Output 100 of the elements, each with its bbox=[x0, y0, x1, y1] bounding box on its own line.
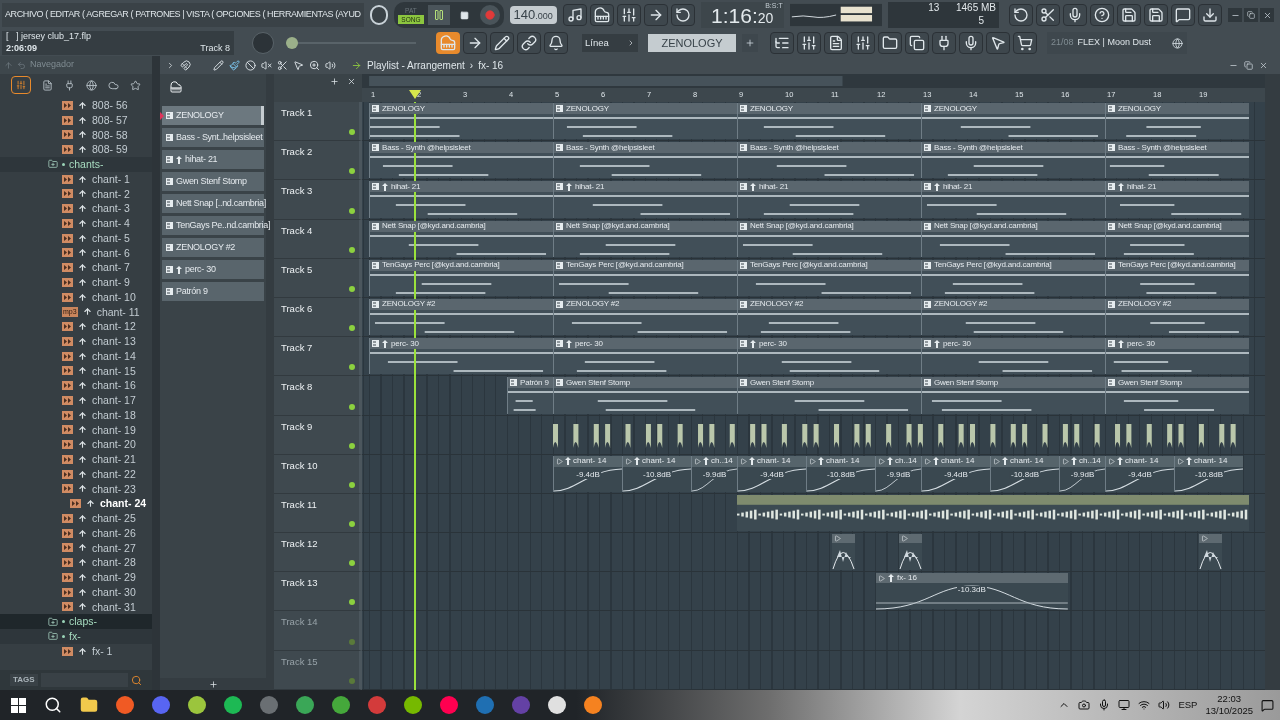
browser-file[interactable]: chant- 17 bbox=[0, 393, 152, 408]
playlist-clip[interactable]: ZENOLOGY bbox=[921, 103, 1105, 140]
pattern-item[interactable]: Nett Snap [..nd.cambria] bbox=[162, 194, 264, 213]
audio-clip[interactable]: chant- 14 -10.8dB bbox=[806, 455, 875, 492]
track-header[interactable]: Track 12 bbox=[274, 533, 362, 573]
audio-clip[interactable]: chant- 14 -10.8dB bbox=[990, 455, 1059, 492]
track-lane[interactable]: ZENOLOGY #2 ZENOLOGY #2 ZENOLOGY #2 ZENOLOGY #2 ZENOLOGY #2 bbox=[362, 297, 1265, 338]
playlist-clip[interactable]: ZENOLOGY #2 bbox=[553, 298, 737, 336]
playlist-clip[interactable]: perc- 30 bbox=[1105, 338, 1249, 375]
playlist-clip[interactable]: ZENOLOGY #2 bbox=[369, 298, 553, 336]
browser-folder[interactable]: fx- bbox=[0, 629, 152, 644]
browser-file[interactable]: chant- 21 bbox=[0, 452, 152, 467]
track-lane[interactable]: fx- 16 -10.3dB bbox=[362, 572, 1265, 612]
browser-file[interactable]: fx- 1 bbox=[0, 643, 152, 659]
browser-file[interactable]: 808- 56 bbox=[0, 98, 152, 113]
browser-file[interactable]: chant- 13 bbox=[0, 334, 152, 349]
browser-file[interactable]: chant- 24 bbox=[0, 496, 152, 511]
language-indicator[interactable]: ESP bbox=[1178, 697, 1198, 713]
playlist-clip[interactable]: TenGays Perc [@kyd.and.cambria] bbox=[553, 259, 737, 296]
playlist-clip[interactable]: hihat- 21 bbox=[921, 181, 1105, 218]
browser-file[interactable]: chant- 22 bbox=[0, 466, 152, 482]
playlist-clip[interactable]: Gwen Stenf Stomp bbox=[1105, 377, 1249, 414]
playlist-clip[interactable]: TenGays Perc [@kyd.and.cambria] bbox=[369, 259, 553, 296]
browser-file[interactable]: chant- 6 bbox=[0, 245, 152, 261]
browser-file[interactable]: chant- 14 bbox=[0, 348, 152, 364]
browser-file[interactable]: chant- 26 bbox=[0, 525, 152, 541]
pattern-item[interactable]: Patrón 9 bbox=[162, 282, 264, 301]
track-header[interactable]: Track 5 bbox=[274, 258, 362, 298]
browser-file[interactable]: chant- 12 bbox=[0, 319, 152, 334]
playlist-clip[interactable]: ZENOLOGY bbox=[1105, 103, 1249, 140]
audio-clip[interactable]: chant- 14 -10.8dB bbox=[622, 455, 691, 492]
browser-file[interactable]: chant- 28 bbox=[0, 555, 152, 570]
playlist-clip[interactable]: ZENOLOGY bbox=[553, 103, 737, 140]
track-lane[interactable]: ZENOLOGY ZENOLOGY ZENOLOGY ZENOLOGY ZENOLOGY bbox=[362, 102, 1265, 142]
track-lane[interactable]: chant- 14 -9.4dB chant- 14 -10.8dB ch..14 -9.9dB chant- 14 -9.4dB chant- 14 -10.8dB ch..14 -9.9dB chant- 14 -9.4dB chant- 14 -10.8dB ch..14 -9.9dB chant- 14 -9.4dB chant- 14 -10.8dB bbox=[362, 454, 1265, 494]
audio-clip[interactable]: ch..14 -9.9dB bbox=[875, 455, 921, 492]
browser-file[interactable]: chant- 9 bbox=[0, 275, 152, 290]
pattern-item[interactable]: perc- 30 bbox=[162, 260, 264, 279]
browser-file[interactable]: chant- 10 bbox=[0, 289, 152, 305]
track-header[interactable]: Track 7 bbox=[274, 337, 362, 377]
playlist-clip[interactable]: Gwen Stenf Stomp bbox=[737, 377, 921, 414]
playlist-clip[interactable]: hihat- 21 bbox=[1105, 181, 1249, 218]
playlist-clip[interactable]: hihat- 21 bbox=[553, 181, 737, 218]
browser-file[interactable]: chant- 23 bbox=[0, 481, 152, 497]
playlist-clip[interactable]: ZENOLOGY #2 bbox=[737, 298, 921, 336]
browser-file[interactable]: chant- 7 bbox=[0, 260, 152, 275]
browser-file[interactable]: chant- 5 bbox=[0, 230, 152, 246]
playlist-clip[interactable]: Nett Snap [@kyd.and.cambria] bbox=[1105, 220, 1249, 257]
playlist-clip[interactable]: ZENOLOGY #2 bbox=[1105, 298, 1249, 336]
browser-file[interactable]: chant- 18 bbox=[0, 407, 152, 423]
browser-file[interactable]: chant- 2 bbox=[0, 186, 152, 202]
audio-clip[interactable]: chant- 14 -9.4dB bbox=[553, 455, 622, 492]
main-menu[interactable]: ARCHIVO ( EDITAR ( AGREGAR ( PATRONES | VISTA ( OPCIONES ( HERRAMIENTAS (AYUD bbox=[2, 3, 364, 27]
pattern-selector[interactable]: ZENOLOGY bbox=[648, 34, 736, 52]
pattern-item[interactable]: ZENOLOGY #2 bbox=[162, 238, 264, 257]
track-lane[interactable]: Bass - Synth @helpsisleet Bass - Synth @helpsisleet Bass - Synth @helpsisleet Bass - Synth @helpsisleet Bass - Synth @helpsisleet bbox=[362, 141, 1265, 181]
news-panel[interactable]: 21/08 FLEX | Moon Dust bbox=[1047, 32, 1187, 54]
playlist-clip[interactable]: Bass - Synth @helpsisleet bbox=[369, 142, 553, 179]
playlist-clip[interactable]: perc- 30 bbox=[737, 338, 921, 375]
playlist-clip[interactable]: ZENOLOGY bbox=[369, 103, 553, 140]
browser-file[interactable]: chant- 31 bbox=[0, 599, 152, 615]
audio-clip[interactable]: ch..14 -9.9dB bbox=[691, 455, 737, 492]
browser-file[interactable]: chant- 30 bbox=[0, 584, 152, 600]
track-lane[interactable]: Patrón 9 Gwen Stenf Stomp Gwen Stenf Stomp Gwen Stenf Stomp Gwen Stenf Stomp bbox=[362, 376, 1265, 416]
browser-file[interactable]: chant- 27 bbox=[0, 540, 152, 556]
playlist-clip[interactable]: hihat- 21 bbox=[369, 181, 553, 218]
track-header[interactable]: Track 3 bbox=[274, 180, 362, 220]
track-lane[interactable]: TenGays Perc [@kyd.and.cambria] TenGays Perc [@kyd.and.cambria] TenGays Perc [@kyd.and.cambria] TenGays Perc [@kyd.and.cambria] TenGays Perc [@kyd.and.cambria] bbox=[362, 258, 1265, 298]
track-header[interactable]: Track 11 bbox=[274, 493, 362, 534]
pattern-item[interactable]: ZENOLOGY bbox=[162, 106, 264, 125]
browser-file[interactable]: chant- 19 bbox=[0, 422, 152, 438]
audio-clip[interactable]: chant- 14 -10.8dB bbox=[1174, 455, 1243, 492]
playlist-clip[interactable]: Bass - Synth @helpsisleet bbox=[553, 142, 737, 179]
playlist-clip[interactable]: Patrón 9 bbox=[507, 377, 553, 414]
pattern-item[interactable]: Gwen Stenf Stomp bbox=[162, 172, 264, 191]
playlist-clip[interactable]: TenGays Perc [@kyd.and.cambria] bbox=[921, 259, 1105, 296]
playlist-clip[interactable]: perc- 30 bbox=[553, 338, 737, 375]
browser-file[interactable]: chant- 4 bbox=[0, 216, 152, 231]
playlist-clip[interactable]: TenGays Perc [@kyd.and.cambria] bbox=[1105, 259, 1249, 296]
playlist-clip[interactable]: hihat- 21 bbox=[737, 181, 921, 218]
playlist-clip[interactable]: Bass - Synth @helpsisleet bbox=[921, 142, 1105, 179]
track-header[interactable]: Track 10 bbox=[274, 454, 362, 494]
track-header[interactable]: Track 4 bbox=[274, 219, 362, 259]
playlist-clip[interactable]: Nett Snap [@kyd.and.cambria] bbox=[369, 220, 553, 257]
browser-file[interactable]: chant- 20 bbox=[0, 437, 152, 452]
playlist-clip[interactable]: TenGays Perc [@kyd.and.cambria] bbox=[737, 259, 921, 296]
playlist-clip[interactable]: ZENOLOGY bbox=[737, 103, 921, 140]
audio-clip[interactable]: ch..14 -9.9dB bbox=[1059, 455, 1105, 492]
track-header[interactable]: Track 13 bbox=[274, 572, 362, 612]
tags-label[interactable]: TAGS bbox=[10, 674, 38, 686]
clock-panel[interactable]: 22:03 13/10/2025 bbox=[1205, 693, 1253, 717]
playlist-clip[interactable]: perc- 30 bbox=[921, 338, 1105, 375]
browser-file[interactable]: 808- 58 bbox=[0, 127, 152, 143]
playlist-clip[interactable]: Bass - Synth @helpsisleet bbox=[737, 142, 921, 179]
tempo-display[interactable]: 140.000 bbox=[509, 6, 557, 24]
browser-file[interactable]: chant- 16 bbox=[0, 378, 152, 393]
browser-file[interactable]: chant- 1 bbox=[0, 171, 152, 187]
snap-dropdown[interactable]: Línea bbox=[582, 34, 638, 52]
audio-clip[interactable]: chant- 14 -9.4dB bbox=[737, 455, 806, 492]
playlist-clip[interactable]: Nett Snap [@kyd.and.cambria] bbox=[737, 220, 921, 257]
